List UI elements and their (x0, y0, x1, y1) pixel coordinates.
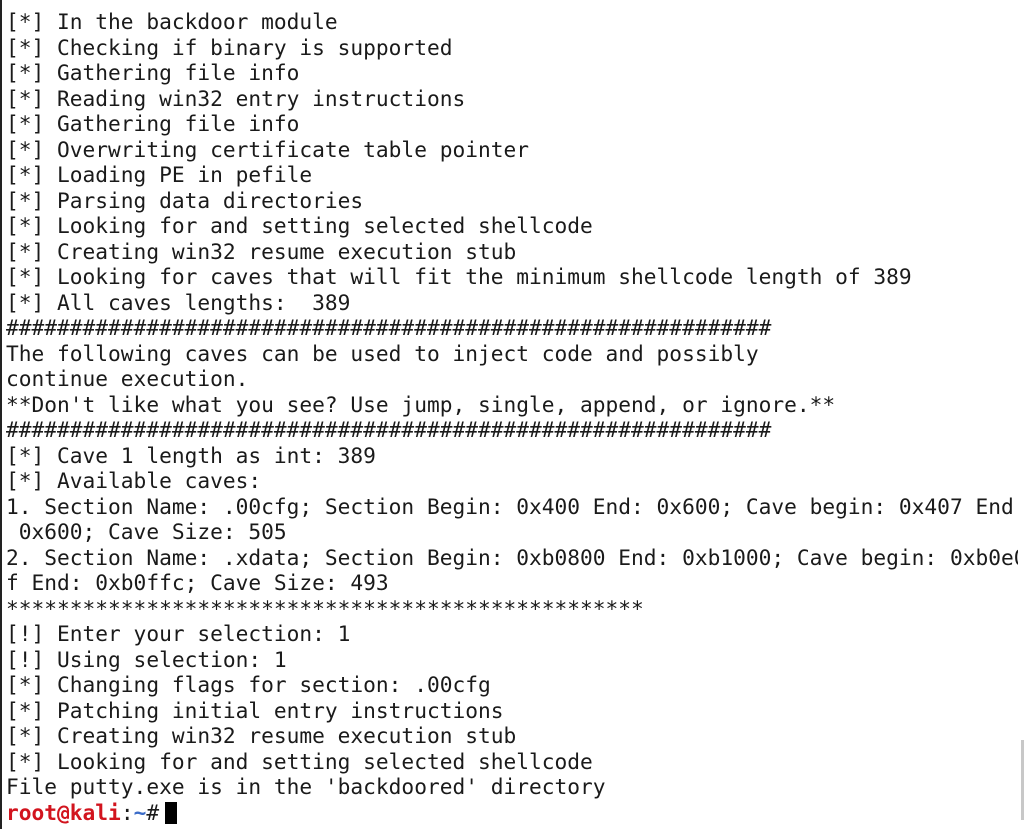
cave-line: 2. Section Name: .xdata; Section Begin: … (6, 544, 1024, 570)
output-line: [*] Parsing data directories (6, 187, 364, 213)
output-line: [*] Cave 1 length as int: 389 (6, 442, 376, 468)
output-line: [*] Looking for caves that will fit the … (6, 264, 912, 289)
output-line: [*] Looking for and setting selected she… (6, 213, 593, 238)
prompt-path: ~ (133, 799, 147, 825)
output-line: [*] Patching initial entry instructions (6, 697, 504, 723)
output-line: The following caves can be used to injec… (6, 340, 759, 366)
output-line: [*] In the backdoor module (6, 9, 338, 34)
terminal-window[interactable]: [*] In the backdoor module [*] Checking i… (0, 0, 1024, 829)
output-line: [*] Loading PE in pefile (6, 162, 313, 187)
output-line: [*] Gathering file info (6, 60, 300, 85)
separator-line: ****************************************… (6, 595, 644, 621)
cave-line: 0x600; Cave Size: 505 (6, 519, 287, 544)
cave-line: f End: 0xb0ffc; Cave Size: 493 (6, 570, 389, 595)
output-line: [*] Creating win32 resume execution stub (6, 723, 517, 748)
prompt-separator: : (120, 799, 134, 825)
output-line: [*] Available caves: (6, 468, 262, 493)
separator-line: ########################################… (6, 417, 772, 442)
output-line: [*] Gathering file info (6, 111, 300, 136)
output-line: [*] All caves lengths: 389 (6, 289, 351, 315)
prompt-user-host: root@kali (6, 799, 121, 825)
output-line: [*] Looking for and setting selected she… (6, 748, 593, 774)
text-cursor[interactable] (165, 801, 178, 824)
separator-line: ########################################… (6, 315, 772, 340)
output-line: [*] Changing flags for section: .00cfg (6, 672, 491, 697)
output-line: [*] Overwriting certificate table pointe… (6, 136, 529, 162)
output-line: [*] Creating win32 resume execution stub (6, 238, 517, 264)
output-line: File putty.exe is in the 'backdoored' di… (6, 774, 606, 799)
output-line: [!] Using selection: 1 (6, 646, 287, 672)
terminal-output: [*] In the backdoor module [*] Checking i… (6, 9, 1024, 825)
scrollbar[interactable] (1018, 0, 1024, 829)
cave-line: 1. Section Name: .00cfg; Section Begin: … (6, 493, 1024, 519)
prompt-symbol: # (146, 799, 160, 825)
output-line: [*] Checking if binary is supported (6, 34, 453, 60)
output-line: continue execution. (6, 366, 249, 391)
output-line: **Don't like what you see? Use jump, sin… (6, 391, 836, 417)
shell-prompt[interactable]: root@kali:~# (6, 800, 1024, 826)
output-line: [!] Enter your selection: 1 (6, 621, 351, 646)
output-line: [*] Reading win32 entry instructions (6, 85, 466, 111)
